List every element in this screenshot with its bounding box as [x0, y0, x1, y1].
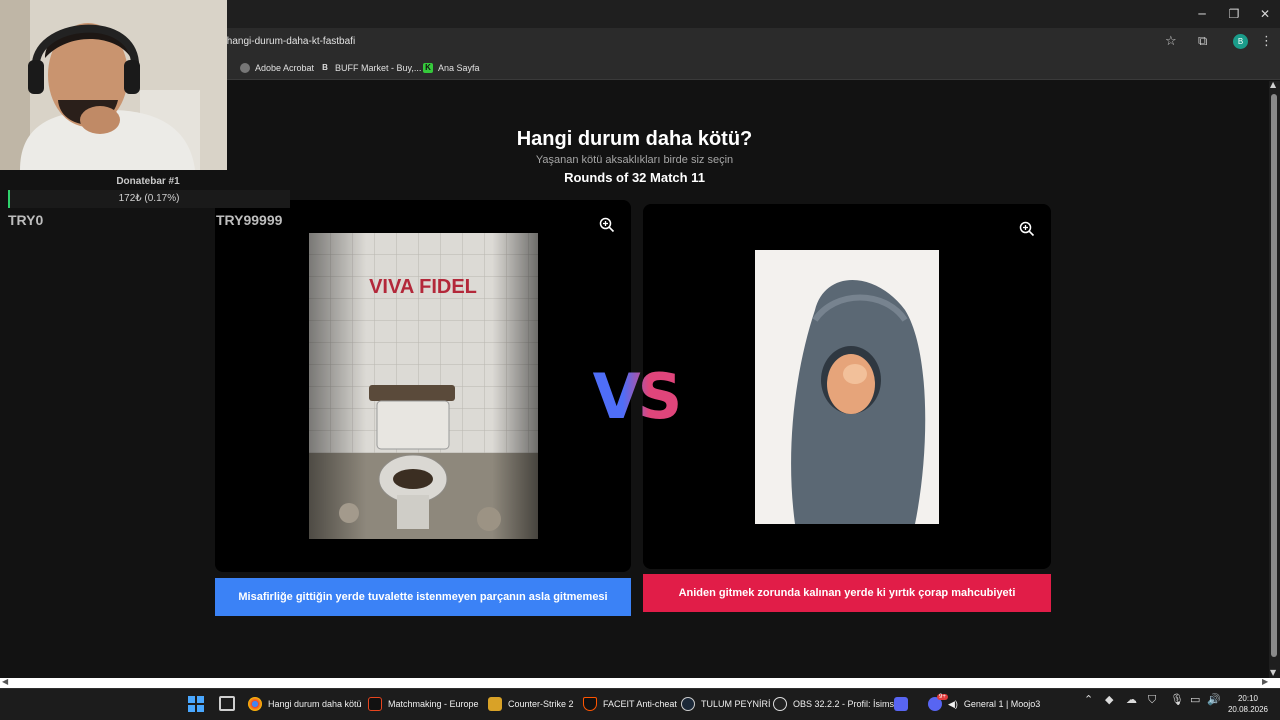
taskbar-item-chrome[interactable]: Hangi durum daha kötü: [248, 692, 362, 716]
app-icon[interactable]: [894, 697, 908, 711]
profile-avatar[interactable]: B: [1233, 34, 1248, 49]
kick-logo-icon: K: [423, 63, 433, 73]
network-icon[interactable]: ▭: [1190, 693, 1200, 706]
taskbar-item-steam[interactable]: TULUM PEYNİRİ: [681, 692, 771, 716]
tray-app-icon[interactable]: ◆: [1105, 693, 1113, 706]
webcam-overlay: [0, 0, 227, 170]
shield-icon: [583, 697, 597, 711]
graffiti-text: VIVA FIDEL: [369, 276, 477, 298]
webcam-feed: [0, 0, 227, 170]
zoom-in-icon[interactable]: [1019, 221, 1035, 237]
bookmark-star-icon[interactable]: ☆: [1165, 34, 1177, 49]
scroll-right-icon[interactable]: ▶: [1262, 677, 1268, 686]
left-option-card[interactable]: VIVA FIDEL: [215, 200, 631, 572]
svg-text:VS: VS: [593, 360, 680, 432]
windows-start-icon[interactable]: [188, 696, 204, 712]
globe-icon: [240, 63, 250, 73]
taskbar-item-obs[interactable]: OBS 32.2.2 - Profil: İsims: [773, 692, 894, 716]
scroll-down-icon[interactable]: ▼: [1270, 668, 1276, 677]
toilet-image: VIVA FIDEL: [309, 233, 538, 539]
bookmark-ana-sayfa[interactable]: K Ana Sayfa: [423, 61, 480, 75]
extensions-icon[interactable]: ⧉: [1198, 34, 1207, 49]
scrollbar-thumb[interactable]: [1271, 94, 1277, 657]
left-choice-label: Misafirliğe gittiğin yerde tuvalette ist…: [238, 591, 608, 603]
volume-icon[interactable]: 🔊: [1207, 693, 1221, 706]
microphone-icon[interactable]: 🎙: [1170, 693, 1184, 706]
taskbar-item-discord[interactable]: 9+ ◀) General 1 | Moojo3: [928, 692, 1040, 716]
system-clock[interactable]: 20:10 20.08.2026: [1226, 693, 1270, 715]
taskbar-item-matchmaking[interactable]: Matchmaking - Europe: [368, 692, 479, 716]
tray-cloud-icon[interactable]: ☁: [1126, 693, 1137, 706]
right-option-card[interactable]: [643, 204, 1051, 569]
right-choice-button[interactable]: Aniden gitmek zorunda kalınan yerde ki y…: [643, 574, 1051, 612]
bookmark-buff-market[interactable]: B BUFF Market - Buy,...: [320, 61, 421, 75]
bookmark-adobe-acrobat[interactable]: Adobe Acrobat: [240, 61, 314, 75]
tray-chevron-icon[interactable]: ⌃: [1084, 693, 1093, 706]
menu-kebab-icon[interactable]: ⋮: [1260, 34, 1273, 49]
scroll-up-icon[interactable]: ▲: [1270, 80, 1276, 89]
taskbar-item-faceit-ac[interactable]: FACEIT Anti-cheat: [583, 692, 677, 716]
minimize-icon[interactable]: ─: [1187, 4, 1217, 24]
chrome-icon: [248, 697, 262, 711]
scroll-left-icon[interactable]: ◀: [2, 677, 8, 686]
steam-icon: [681, 697, 695, 711]
tray-shield-icon[interactable]: ⛉: [1148, 693, 1156, 707]
faceit-arrow-icon: [368, 697, 382, 711]
horizontal-scrollbar[interactable]: [0, 678, 1280, 688]
address-bar[interactable]: /hangi-durum-daha-kt-fastbafi: [218, 30, 1188, 54]
speaker-icon: ◀): [948, 698, 958, 709]
cs2-icon: [488, 697, 502, 711]
vs-label: VS: [593, 360, 683, 432]
donatebar-max-label: TRY99999: [216, 212, 283, 228]
left-choice-button[interactable]: Misafirliğe gittiğin yerde tuvalette ist…: [215, 578, 631, 616]
zoom-in-icon[interactable]: [599, 217, 615, 233]
donatebar-min-label: TRY0: [8, 212, 44, 228]
restore-icon[interactable]: ❐: [1219, 4, 1249, 24]
torn-sock-image: [755, 250, 939, 524]
obs-icon: [773, 697, 787, 711]
buff-logo-icon: B: [322, 63, 328, 72]
donatebar-title: Donatebar #1: [116, 176, 180, 187]
donatebar-value: 172₺ (0.17%): [118, 193, 180, 204]
notification-badge: 9+: [937, 694, 948, 700]
right-choice-label: Aniden gitmek zorunda kalınan yerde ki y…: [678, 587, 1016, 599]
taskbar-item-cs2[interactable]: Counter-Strike 2: [488, 692, 574, 716]
task-view-icon[interactable]: [219, 696, 235, 711]
close-icon[interactable]: ✕: [1250, 4, 1280, 24]
